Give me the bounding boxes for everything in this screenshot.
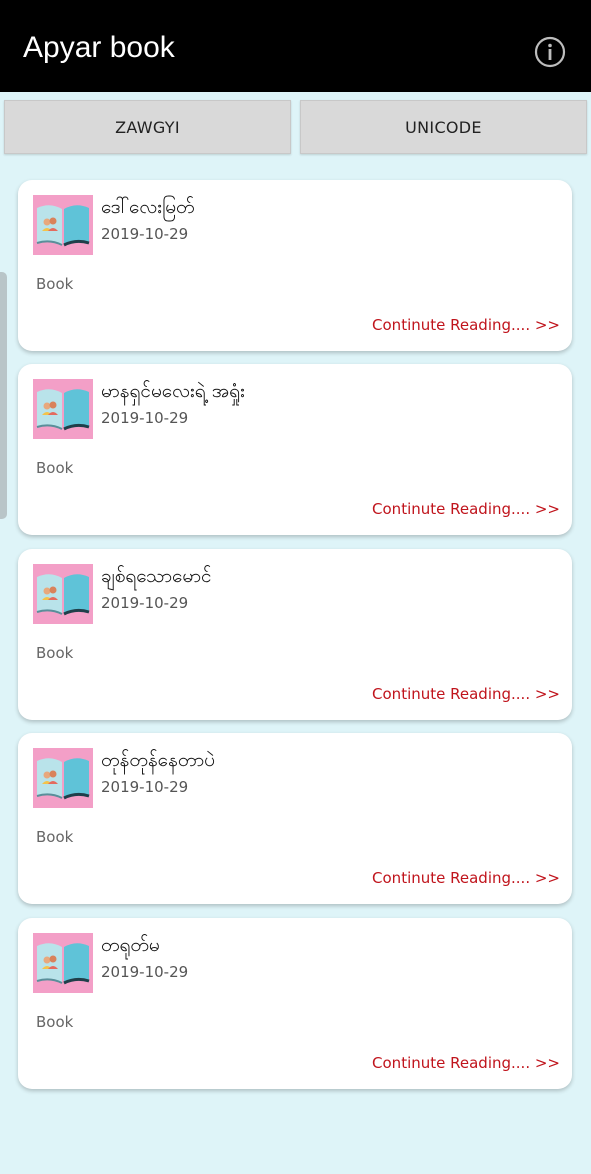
book-card[interactable]: တုန်တုန်နေတာပဲ 2019-10-29 Book Continute… [18, 733, 572, 904]
zawgyi-button[interactable]: ZAWGYI [4, 100, 291, 154]
continue-reading-link[interactable]: Continute Reading.... >> [372, 867, 560, 889]
open-book-icon [33, 379, 93, 439]
book-date: 2019-10-29 [101, 225, 189, 243]
book-date: 2019-10-29 [101, 594, 189, 612]
book-category: Book [36, 828, 74, 846]
app-title: Apyar book [23, 31, 175, 64]
encoding-tabs: ZAWGYI UNICODE [0, 92, 591, 158]
book-title[interactable]: မာနရှင်မလေးရဲ့ အရှုံး [101, 378, 245, 404]
book-date: 2019-10-29 [101, 778, 189, 796]
book-thumbnail [33, 748, 93, 808]
book-category: Book [36, 1013, 74, 1031]
open-book-icon [33, 748, 93, 808]
book-date: 2019-10-29 [101, 409, 189, 427]
continue-reading-link[interactable]: Continute Reading.... >> [372, 683, 560, 705]
open-book-icon [33, 195, 93, 255]
book-thumbnail [33, 379, 93, 439]
book-title[interactable]: ဒေါ်လေးမြတ် [101, 194, 195, 220]
unicode-button[interactable]: UNICODE [300, 100, 587, 154]
book-title[interactable]: ချစ်ရသောမောင် [101, 563, 212, 589]
book-category: Book [36, 459, 74, 477]
continue-reading-link[interactable]: Continute Reading.... >> [372, 314, 560, 336]
book-card[interactable]: ချစ်ရသောမောင် 2019-10-29 Book Continute … [18, 549, 572, 720]
book-card[interactable]: မာနရှင်မလေးရဲ့ အရှုံး 2019-10-29 Book Co… [18, 364, 572, 535]
info-button[interactable] [534, 36, 566, 68]
book-thumbnail [33, 195, 93, 255]
book-thumbnail [33, 933, 93, 993]
book-card[interactable]: တရုတ်မ 2019-10-29 Book Continute Reading… [18, 918, 572, 1089]
book-title[interactable]: တရုတ်မ [101, 932, 160, 958]
book-category: Book [36, 275, 74, 293]
continue-reading-link[interactable]: Continute Reading.... >> [372, 1052, 560, 1074]
app-bar: Apyar book [0, 0, 591, 92]
open-book-icon [33, 933, 93, 993]
book-card[interactable]: ဒေါ်လေးမြတ် 2019-10-29 Book Continute Re… [18, 180, 572, 351]
book-thumbnail [33, 564, 93, 624]
open-book-icon [33, 564, 93, 624]
book-date: 2019-10-29 [101, 963, 189, 981]
book-category: Book [36, 644, 74, 662]
scroll-indicator[interactable] [0, 272, 7, 519]
book-title[interactable]: တုန်တုန်နေတာပဲ [101, 747, 215, 773]
continue-reading-link[interactable]: Continute Reading.... >> [372, 498, 560, 520]
info-circle-icon [534, 36, 566, 68]
